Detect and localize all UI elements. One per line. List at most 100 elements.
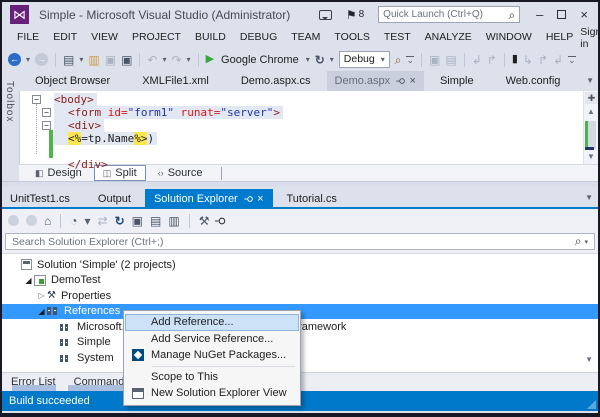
menu-test[interactable]: TEST	[377, 27, 418, 48]
pending-changes-icon[interactable]: ◔	[70, 215, 77, 227]
pin-icon[interactable]: ⚲	[390, 77, 410, 84]
refresh-dropdown-icon[interactable]: ▾	[330, 55, 334, 64]
menu-item-new-solution-explorer-view[interactable]: New Solution Explorer View	[125, 385, 299, 402]
code-line[interactable]: − <div>	[20, 119, 582, 132]
doc-tab-web-config[interactable]: Web.config	[490, 71, 577, 91]
search-dropdown-icon[interactable]: ▾	[584, 238, 588, 246]
menu-item-manage-nuget-packages-[interactable]: Manage NuGet Packages...	[125, 347, 299, 364]
resize-grip[interactable]	[587, 400, 596, 409]
open-file-button[interactable]: ▥	[88, 54, 99, 66]
panel-tab-tutorial-cs[interactable]: Tutorial.cs	[273, 189, 351, 209]
code-line[interactable]: − <form id="form1" runat="server">	[20, 106, 582, 119]
comment-button[interactable]: ▣	[429, 54, 440, 66]
doc-tab-object-browser[interactable]: Object Browser	[19, 71, 126, 91]
menu-tools[interactable]: TOOLS	[327, 27, 376, 48]
menu-analyze[interactable]: ANALYZE	[418, 27, 479, 48]
clear-bookmarks-button[interactable]: ↲	[553, 54, 563, 66]
notifications-button[interactable]: ⚑ 8	[346, 9, 364, 21]
navigate-forward-button[interactable]: →	[35, 53, 49, 66]
maximize-button[interactable]	[557, 10, 567, 19]
new-file-dropdown-icon[interactable]: ▾	[79, 55, 83, 64]
show-all-files-icon[interactable]: ▤	[150, 215, 161, 227]
code-editor[interactable]: − <body> − <form id="form1" runat="server">…	[19, 91, 598, 171]
tree-node-properties[interactable]: ▷ ⚒ Properties	[2, 288, 598, 304]
menu-file[interactable]: FILE	[10, 27, 46, 48]
doc-tab-simple[interactable]: Simple	[424, 71, 490, 91]
home-icon[interactable]: ⌂	[44, 215, 51, 227]
menu-view[interactable]: VIEW	[84, 27, 125, 48]
scroll-down-icon[interactable]: ▼	[587, 152, 595, 161]
refresh-button[interactable]: ↻	[315, 54, 325, 66]
collapse-box-icon[interactable]: −	[32, 95, 41, 104]
navigate-back-button[interactable]: ←	[8, 53, 21, 66]
undo-button[interactable]: ↶	[147, 54, 157, 66]
panel-tab-unittest1-cs[interactable]: UnitTest1.cs	[2, 189, 84, 209]
back-dropdown-icon[interactable]: ▾	[26, 55, 30, 64]
redo-dropdown-icon[interactable]: ▾	[187, 55, 191, 64]
save-button[interactable]: ▣	[105, 54, 116, 66]
quick-launch-input[interactable]: Quick Launch (Ctrl+Q) ⌕	[378, 6, 521, 23]
prev-bookmark-button[interactable]: ↳	[523, 54, 533, 66]
toolbar-overflow-icon[interactable]: ⌄	[406, 56, 415, 65]
editor-vertical-scrollbar[interactable]: ✚ ▲ ▼	[583, 91, 598, 164]
split-handle-icon[interactable]: ✚	[585, 92, 598, 104]
menu-item-add-reference-[interactable]: Add Reference...	[125, 314, 299, 331]
pin-icon[interactable]: ⚲	[237, 195, 257, 202]
browser-dropdown-icon[interactable]: ▾	[306, 55, 310, 64]
menu-team[interactable]: TEAM	[284, 27, 327, 48]
menu-help[interactable]: HELP	[539, 27, 580, 48]
menu-window[interactable]: WINDOW	[479, 27, 539, 48]
panel-tab-output[interactable]: Output	[84, 189, 145, 209]
menu-edit[interactable]: EDIT	[46, 27, 84, 48]
code-line[interactable]: </div>	[20, 158, 582, 171]
collapse-box-icon[interactable]: −	[42, 121, 51, 130]
search-input[interactable]: Search Solution Explorer (Ctrl+;) ⌕ ▾	[5, 233, 595, 250]
close-button[interactable]: ×	[580, 8, 588, 21]
code-lines[interactable]: − <body> − <form id="form1" runat="server">…	[20, 93, 582, 171]
panel-tab-solution-explorer[interactable]: Solution Explorer ⚲ ×	[144, 189, 273, 209]
menu-item-add-service-reference-[interactable]: Add Service Reference...	[125, 331, 299, 348]
scroll-up-icon[interactable]: ▲	[587, 107, 595, 116]
tab-overflow-icon[interactable]: ▼	[586, 76, 594, 85]
minimize-button[interactable]: –	[536, 8, 543, 21]
pending-dropdown-icon[interactable]: ▾	[85, 215, 91, 227]
preview-pin-icon[interactable]: ⚲	[214, 216, 228, 225]
wrench-icon[interactable]: ⚒	[199, 215, 210, 227]
doc-tab-demo-aspx[interactable]: Demo.aspx ⚲ ×	[326, 71, 424, 91]
increase-indent-button[interactable]: ↱	[487, 54, 497, 66]
find-in-files-button[interactable]: ⌕	[395, 54, 402, 66]
sync-view-icon[interactable]: ⇄	[98, 215, 108, 227]
toolbar-overflow2-icon[interactable]: ⌄	[568, 56, 576, 65]
close-icon[interactable]: ×	[410, 71, 416, 91]
decrease-indent-button[interactable]: ↲	[472, 54, 482, 66]
next-bookmark-button[interactable]: ↱	[538, 54, 548, 66]
code-line[interactable]: − <body>	[20, 93, 582, 106]
new-file-button[interactable]: ▤	[63, 54, 74, 66]
tree-node-demotest[interactable]: ◢ DemoTest	[2, 273, 598, 289]
undo-dropdown-icon[interactable]: ▾	[162, 55, 166, 64]
collapse-all-icon[interactable]: ▣	[132, 215, 143, 227]
collapsed-arrow-icon[interactable]: ▷	[36, 291, 47, 300]
toolbox-tab[interactable]: Toolbox	[2, 71, 19, 181]
expanded-arrow-icon[interactable]: ◢	[23, 276, 34, 285]
scrollbar-thumb[interactable]	[588, 121, 596, 149]
browser-target-button[interactable]: Google Chrome	[221, 54, 299, 66]
se-back-button[interactable]	[8, 215, 19, 226]
expanded-arrow-icon[interactable]: ◢	[36, 307, 47, 316]
refresh-icon[interactable]: ↻	[115, 215, 125, 227]
properties-icon[interactable]: ▥	[168, 215, 179, 227]
menu-build[interactable]: BUILD	[188, 27, 233, 48]
panel-overflow-icon[interactable]: ▼	[585, 193, 593, 202]
se-forward-button[interactable]	[26, 215, 37, 226]
close-icon[interactable]: ×	[257, 189, 263, 209]
start-debug-icon[interactable]: ▶	[206, 54, 214, 65]
menu-project[interactable]: PROJECT	[125, 27, 188, 48]
save-all-button[interactable]: ▣	[121, 54, 132, 66]
collapse-box-icon[interactable]: −	[42, 108, 51, 117]
solution-config-select[interactable]: Debug ▾	[338, 51, 390, 68]
code-line[interactable]	[20, 145, 582, 158]
redo-button[interactable]: ↷	[171, 54, 181, 66]
code-line[interactable]: <%=tp.Name%>)	[20, 132, 582, 145]
tree-scroll-down-icon[interactable]: ▼	[585, 355, 593, 364]
doc-tab-demo-aspx-cs[interactable]: Demo.aspx.cs	[225, 71, 327, 91]
